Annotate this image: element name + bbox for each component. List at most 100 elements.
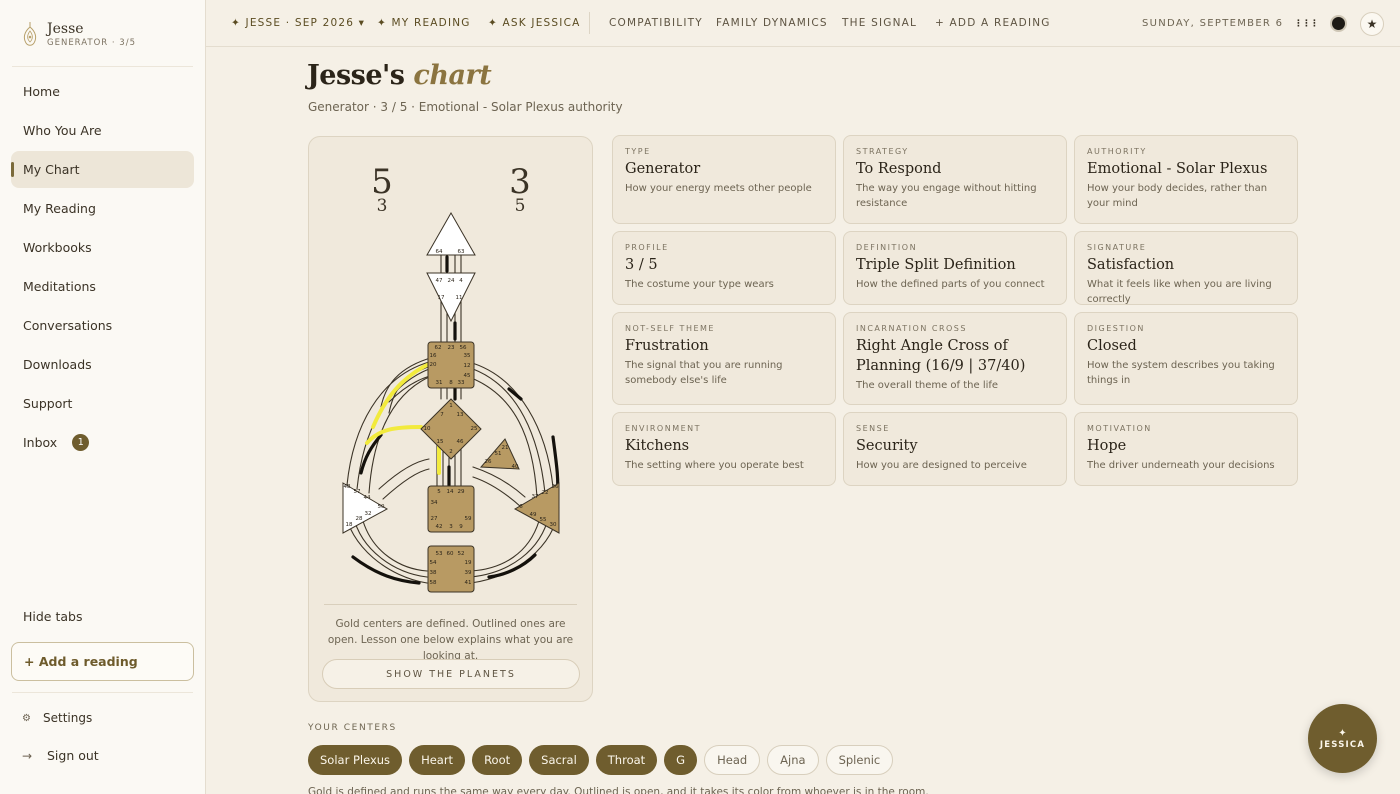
sidebar-item-downloads[interactable]: Downloads xyxy=(11,346,194,383)
tab-my-reading[interactable]: ✦ MY READING xyxy=(377,17,471,29)
center-pill-splenic[interactable]: Splenic xyxy=(825,745,894,775)
gate-number: 14 xyxy=(447,489,454,495)
environment-card[interactable]: ENVIRONMENT Kitchens The setting where y… xyxy=(612,412,836,486)
card-description: The costume your type wears xyxy=(625,279,774,290)
center-pill-head[interactable]: Head xyxy=(704,745,761,775)
authority-card[interactable]: AUTHORITY Emotional - Solar Plexus How y… xyxy=(1074,135,1298,224)
sidebar-item-workbooks[interactable]: Workbooks xyxy=(11,229,194,266)
gate-number: 57 xyxy=(354,489,361,495)
profile-card[interactable]: PROFILE 3 / 5 The costume your type wear… xyxy=(612,231,836,305)
tab-ask-jessica[interactable]: ✦ ASK JESSICA xyxy=(488,17,580,29)
center-pill-throat[interactable]: Throat xyxy=(595,745,658,775)
card-label: STRATEGY xyxy=(856,147,909,156)
gate-number: 10 xyxy=(424,426,431,432)
theme-toggle-icon[interactable] xyxy=(1330,15,1347,32)
sidebar-item-support[interactable]: Support xyxy=(11,385,194,422)
tab-family-dynamics[interactable]: FAMILY DYNAMICS xyxy=(716,17,828,29)
sidebar-item-my-chart[interactable]: My Chart xyxy=(11,151,194,188)
card-value: Closed xyxy=(1087,338,1137,354)
gate-number: 12 xyxy=(464,363,471,369)
gate-number: 11 xyxy=(456,295,463,301)
hide-tabs-link[interactable]: Hide tabs xyxy=(23,609,82,624)
card-value: Frustration xyxy=(625,338,709,354)
center-pill-sacral[interactable]: Sacral xyxy=(529,745,589,775)
digestion-card[interactable]: DIGESTION Closed How the system describe… xyxy=(1074,312,1298,405)
centers-heading: YOUR CENTERS xyxy=(308,723,397,733)
head-center xyxy=(426,211,476,256)
card-label: SIGNATURE xyxy=(1087,243,1147,252)
sign-out-link[interactable]: → Sign out xyxy=(22,748,99,763)
gate-number: 45 xyxy=(464,373,471,379)
inbox-count-badge: 1 xyxy=(72,434,90,451)
card-description: How your energy meets other people xyxy=(625,183,812,194)
gate-number: 58 xyxy=(430,580,437,586)
sidebar-item-label: Conversations xyxy=(23,318,113,333)
sidebar-item-label: My Chart xyxy=(23,162,80,177)
card-description: The way you engage without hitting resis… xyxy=(856,183,1037,209)
tab-the-signal[interactable]: THE SIGNAL xyxy=(842,17,917,29)
card-description: The overall theme of the life xyxy=(856,380,999,391)
show-planets-button[interactable]: SHOW THE PLANETS xyxy=(322,659,580,689)
card-value: Right Angle Cross of Planning (16/9 | 37… xyxy=(856,338,1026,374)
sidebar-item-label: Workbooks xyxy=(23,240,92,255)
card-value: Generator xyxy=(625,161,701,177)
incarnation-cross-card[interactable]: INCARNATION CROSS Right Angle Cross of P… xyxy=(843,312,1067,405)
definition-card[interactable]: DEFINITION Triple Split Definition How t… xyxy=(843,231,1067,305)
gate-number: 20 xyxy=(430,362,437,368)
tab-add-reading[interactable]: + ADD A READING xyxy=(935,17,1051,29)
gate-number: 9 xyxy=(459,524,463,530)
card-label: NOT-SELF THEME xyxy=(625,324,715,333)
favorite-star-button[interactable]: ★ xyxy=(1360,12,1384,36)
ask-jessica-button[interactable]: ✦ JESSICA xyxy=(1308,704,1377,773)
sidebar-item-label: Inbox xyxy=(23,435,58,450)
brand[interactable]: Jesse GENERATOR · 3/5 xyxy=(20,20,136,48)
gate-number: 46 xyxy=(457,439,464,445)
motivation-card[interactable]: MOTIVATION Hope The driver underneath yo… xyxy=(1074,412,1298,486)
gate-number: 50 xyxy=(378,504,385,510)
card-value: 3 / 5 xyxy=(625,257,658,273)
center-pill-g[interactable]: G xyxy=(664,745,698,775)
sidebar-item-inbox[interactable]: Inbox 1 xyxy=(11,424,194,461)
gate-number: 13 xyxy=(457,412,464,418)
gate-number: 62 xyxy=(435,345,442,351)
center-pill-ajna[interactable]: Ajna xyxy=(767,745,819,775)
arrow-right-icon: → xyxy=(22,748,33,763)
sidebar-item-meditations[interactable]: Meditations xyxy=(11,268,194,305)
sense-card[interactable]: SENSE Security How you are designed to p… xyxy=(843,412,1067,486)
gate-number: 33 xyxy=(458,380,465,386)
gate-number: 15 xyxy=(437,439,444,445)
add-reading-button[interactable]: + Add a reading xyxy=(11,642,194,681)
gate-number: 26 xyxy=(485,459,492,465)
gate-number: 6 xyxy=(519,504,523,510)
gate-number: 28 xyxy=(356,516,363,522)
sidebar-item-home[interactable]: Home xyxy=(11,73,194,110)
center-pill-root[interactable]: Root xyxy=(472,745,523,775)
centers-list: Solar Plexus Heart Root Sacral Throat G … xyxy=(308,745,900,775)
center-pill-heart[interactable]: Heart xyxy=(409,745,466,775)
gate-number: 38 xyxy=(430,570,437,576)
menu-icon[interactable]: ⋮⋮⋮ xyxy=(1294,19,1319,29)
gate-number: 51 xyxy=(495,451,502,457)
sidebar-item-conversations[interactable]: Conversations xyxy=(11,307,194,344)
gate-number: 25 xyxy=(471,426,478,432)
bodygraph: 5 3 3 5 64 63 47 24 4 17 11 62 23 56 16 … xyxy=(342,162,560,593)
gate-number: 18 xyxy=(346,522,353,528)
sidebar-item-who-you-are[interactable]: Who You Are xyxy=(11,112,194,149)
not-self-theme-card[interactable]: NOT-SELF THEME Frustration The signal th… xyxy=(612,312,836,405)
gate-number: 34 xyxy=(431,500,438,506)
tab-compatibility[interactable]: COMPATIBILITY xyxy=(609,17,703,29)
gate-number: 40 xyxy=(512,464,519,470)
signature-card[interactable]: SIGNATURE Satisfaction What it feels lik… xyxy=(1074,231,1298,305)
type-card[interactable]: TYPE Generator How your energy meets oth… xyxy=(612,135,836,224)
card-label: PROFILE xyxy=(625,243,669,252)
tab-reading-selector[interactable]: ✦ JESSE · SEP 2026 ▾ xyxy=(231,17,365,29)
sidebar-item-label: My Reading xyxy=(23,201,96,216)
settings-link[interactable]: ⚙ Settings xyxy=(22,711,92,725)
sidebar-item-my-reading[interactable]: My Reading xyxy=(11,190,194,227)
center-pill-solar-plexus[interactable]: Solar Plexus xyxy=(308,745,403,775)
settings-label: Settings xyxy=(43,711,93,725)
gate-number: 37 xyxy=(532,494,539,500)
divider xyxy=(12,692,193,693)
strategy-card[interactable]: STRATEGY To Respond The way you engage w… xyxy=(843,135,1067,224)
page-title-accent: chart xyxy=(413,60,492,91)
